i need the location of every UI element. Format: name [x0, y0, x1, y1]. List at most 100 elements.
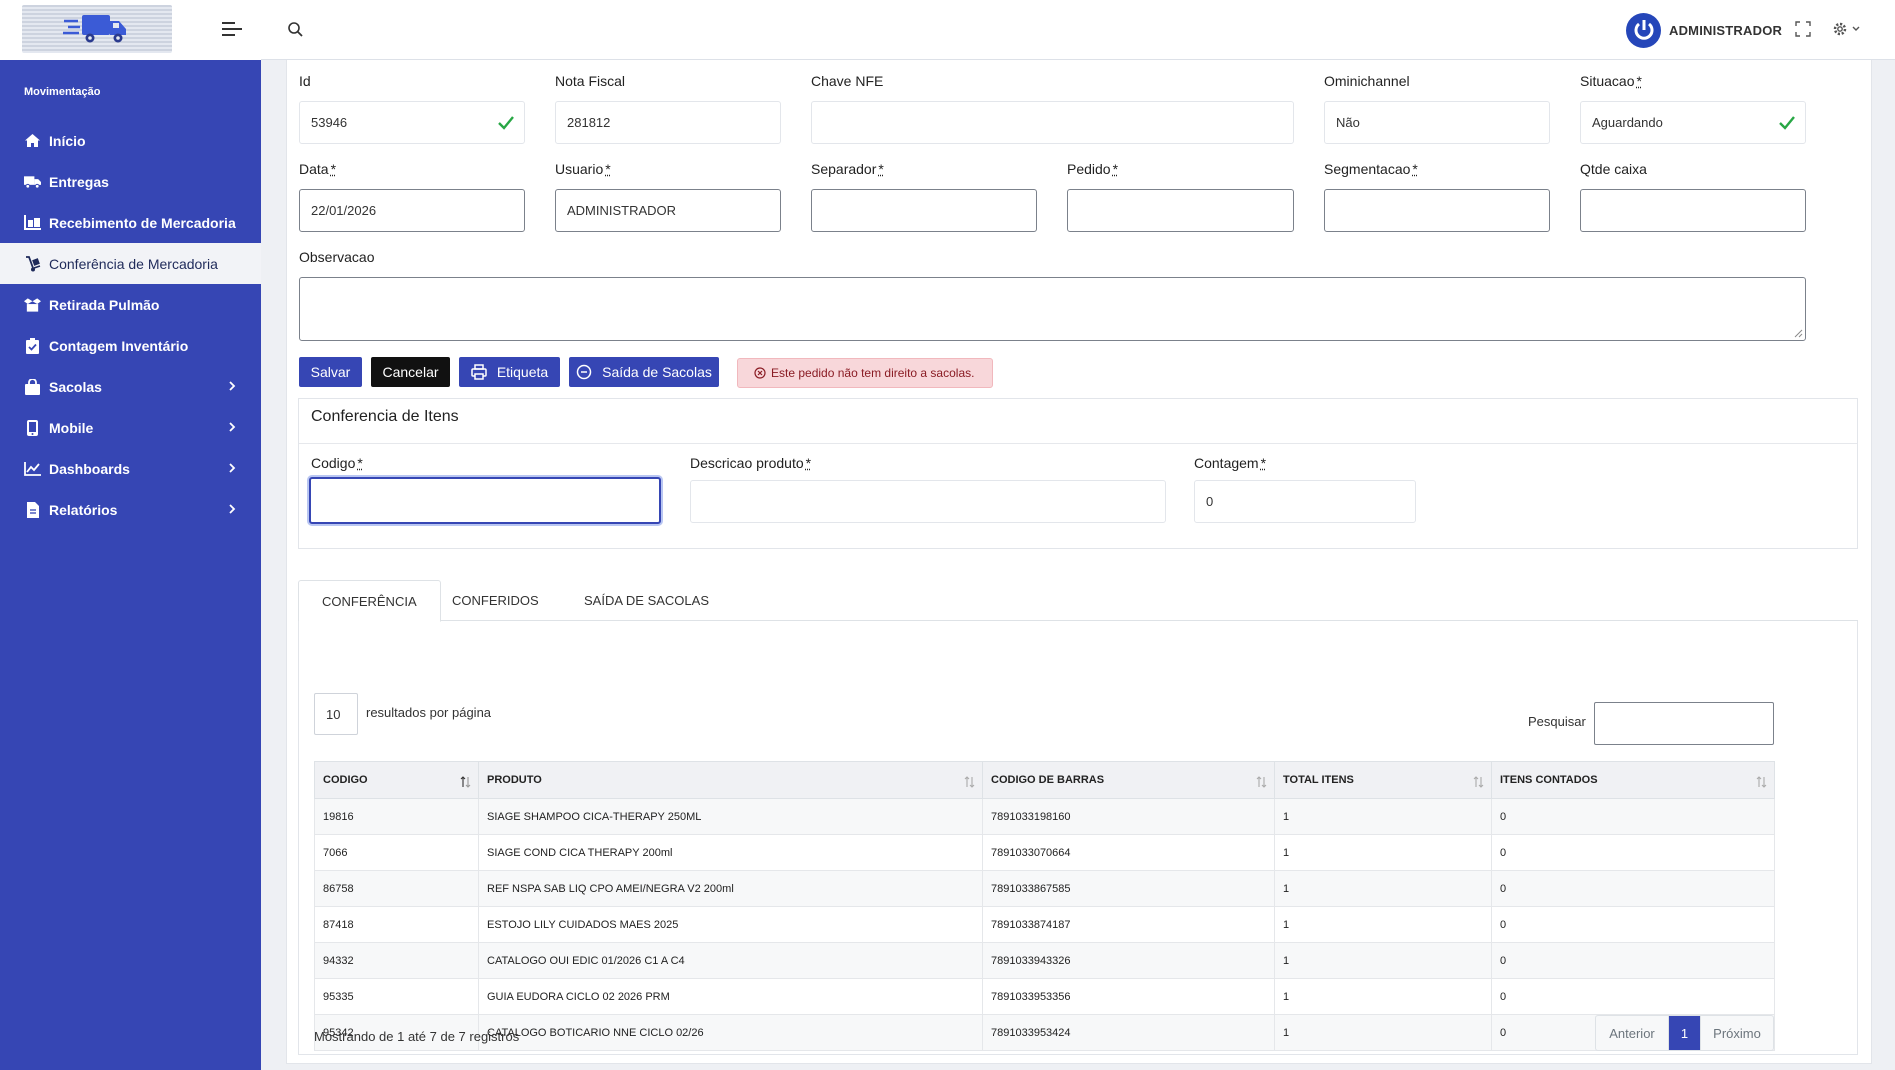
valid-check-icon [498, 116, 514, 130]
cell-total-itens: 1 [1274, 834, 1492, 871]
cell-codigo-de-barras: 7891033943326 [982, 942, 1275, 979]
column-header-total-itens[interactable]: TOTAL ITENS [1274, 761, 1492, 799]
table-row[interactable]: 94332 CATALOGO OUI EDIC 01/2026 C1 A C4 78… [314, 942, 1775, 979]
ominichannel-field[interactable]: Não [1324, 101, 1550, 144]
sort-icon [1256, 776, 1267, 788]
codigo-input[interactable] [309, 477, 661, 524]
chave-nfe-field[interactable] [811, 101, 1294, 144]
fullscreen-icon[interactable] [1795, 21, 1811, 37]
segmentacao-label-text: Segmentacao [1324, 161, 1411, 177]
required-mark: * [1412, 161, 1418, 177]
contagem-input[interactable]: 0 [1194, 480, 1416, 523]
cell-itens-contados: 0 [1491, 870, 1775, 907]
resize-grip-icon[interactable] [1794, 329, 1803, 338]
table-row[interactable]: 95342 CATALOGO BOTICARIO NNE CICLO 02/26 7… [314, 1014, 1775, 1051]
cell-codigo: 19816 [314, 798, 479, 835]
table-row[interactable]: 86758 REF NSPA SAB LIQ CPO AMEI/NEGRA V2 … [314, 870, 1775, 907]
pagination-next[interactable]: Próximo [1700, 1016, 1773, 1050]
chevron-right-icon [229, 463, 236, 473]
descricao-input[interactable] [690, 480, 1166, 523]
shopping-bag-icon [24, 378, 41, 395]
tab-saida-de-sacolas[interactable]: SAÍDA DE SACOLAS [561, 580, 732, 621]
column-header-label: CODIGO DE BARRAS [991, 774, 1105, 786]
table-row[interactable]: 87418 ESTOJO LILY CUIDADOS MAES 2025 78910… [314, 906, 1775, 943]
sidebar-item-conferencia[interactable]: Conferência de Mercadoria [0, 243, 261, 284]
user-name: ADMINISTRADOR [1669, 22, 1783, 38]
column-header-codigo[interactable]: CODIGO [314, 761, 479, 799]
table-row[interactable]: 7066 SIAGE COND CICA THERAPY 200ml 7891033… [314, 834, 1775, 871]
separador-label: Separador * [811, 161, 884, 177]
pagination-previous[interactable]: Anterior [1596, 1016, 1669, 1050]
sidebar-item-inicio[interactable]: Início [0, 120, 261, 161]
bag-exit-button[interactable]: Saída de Sacolas [569, 357, 719, 387]
cell-total-itens: 1 [1274, 978, 1492, 1015]
cell-itens-contados: 0 [1491, 942, 1775, 979]
column-header-codigo-de-barras[interactable]: CODIGO DE BARRAS [982, 761, 1275, 799]
separador-field[interactable] [811, 189, 1037, 232]
clipboard-check-icon [24, 337, 41, 354]
cell-produto: SIAGE SHAMPOO CICA-THERAPY 250ML [478, 798, 983, 835]
ominichannel-label: Ominichannel [1324, 73, 1410, 89]
sidebar-item-contagem-inventario[interactable]: Contagem Inventário [0, 325, 261, 366]
sidebar-item-label: Relatórios [49, 501, 118, 518]
cell-itens-contados: 0 [1491, 834, 1775, 871]
sidebar-item-mobile[interactable]: Mobile [0, 407, 261, 448]
situacao-label: Situacao * [1580, 73, 1642, 89]
cell-codigo-de-barras: 7891033953424 [982, 1014, 1275, 1051]
segmentacao-label: Segmentacao * [1324, 161, 1418, 177]
data-label-text: Data [299, 161, 329, 177]
sidebar-item-dashboards[interactable]: Dashboards [0, 448, 261, 489]
observacao-textarea[interactable] [299, 277, 1806, 341]
menu-toggle-icon[interactable] [222, 20, 242, 38]
sidebar-item-relatorios[interactable]: Relatórios [0, 489, 261, 530]
column-header-itens-contados[interactable]: ITENS CONTADOS [1491, 761, 1775, 799]
column-header-label: ITENS CONTADOS [1500, 774, 1598, 786]
sidebar-item-sacolas[interactable]: Sacolas [0, 366, 261, 407]
sidebar-item-label: Mobile [49, 419, 94, 436]
search-icon[interactable] [287, 21, 304, 38]
usuario-label: Usuario * [555, 161, 611, 177]
table-row[interactable]: 19816 SIAGE SHAMPOO CICA-THERAPY 250ML 789… [314, 798, 1775, 835]
sort-icon [460, 776, 471, 788]
company-logo[interactable] [22, 5, 172, 53]
conferencia-title: Conferencia de Itens [311, 408, 459, 425]
pedido-field[interactable] [1067, 189, 1294, 232]
qtde-caixa-field[interactable] [1580, 189, 1806, 232]
nota-fiscal-field[interactable]: 281812 [555, 101, 781, 144]
data-field[interactable]: 22/01/2026 [299, 189, 525, 232]
situacao-field[interactable]: Aguardando [1580, 101, 1806, 144]
table-header-row: CODIGO PRODUTO CODIGO DE BARRAS TOTAL IT… [314, 761, 1775, 799]
label-print-button[interactable]: Etiqueta [459, 357, 560, 387]
tab-conferencia[interactable]: CONFERÊNCIA [298, 580, 441, 622]
cancel-button[interactable]: Cancelar [371, 357, 450, 387]
per-page-select[interactable]: 10 [314, 693, 358, 735]
cell-produto: GUIA EUDORA CICLO 02 2026 PRM [478, 978, 983, 1015]
no-bags-alert-text: Este pedido não tem direito a sacolas. [771, 366, 975, 380]
segmentacao-field[interactable] [1324, 189, 1550, 232]
table-search-input[interactable] [1594, 702, 1774, 745]
separador-label-text: Separador [811, 161, 877, 177]
user-menu[interactable]: ADMINISTRADOR [1626, 12, 1782, 48]
chevron-right-icon [229, 381, 236, 391]
sidebar-item-retirada-pulmao[interactable]: Retirada Pulmão [0, 284, 261, 325]
table-search-label: Pesquisar [1528, 714, 1586, 729]
tab-conferidos[interactable]: CONFERIDOS [429, 580, 562, 621]
table-row[interactable]: 95335 GUIA EUDORA CICLO 02 2026 PRM 789103… [314, 978, 1775, 1015]
main-card: Id Nota Fiscal Chave NFE Ominichannel Si… [286, 60, 1872, 1064]
pagination-page-1[interactable]: 1 [1669, 1016, 1700, 1050]
table-info: Mostrando de 1 até 7 de 7 registros [314, 1029, 520, 1044]
id-field[interactable]: 53946 [299, 101, 525, 144]
sidebar-item-recebimento[interactable]: Recebimento de Mercadoria [0, 202, 261, 243]
cell-codigo-de-barras: 7891033953356 [982, 978, 1275, 1015]
usuario-value: ADMINISTRADOR [567, 203, 677, 218]
contagem-value: 0 [1206, 494, 1214, 509]
settings-menu[interactable] [1832, 20, 1864, 38]
save-button[interactable]: Salvar [299, 357, 362, 387]
column-header-produto[interactable]: PRODUTO [478, 761, 983, 799]
descricao-label: Descricao produto * [690, 455, 811, 471]
usuario-field[interactable]: ADMINISTRADOR [555, 189, 781, 232]
sidebar-item-entregas[interactable]: Entregas [0, 161, 261, 202]
file-icon [24, 501, 41, 518]
power-logo-icon [1634, 20, 1653, 40]
required-mark: * [1636, 73, 1642, 89]
